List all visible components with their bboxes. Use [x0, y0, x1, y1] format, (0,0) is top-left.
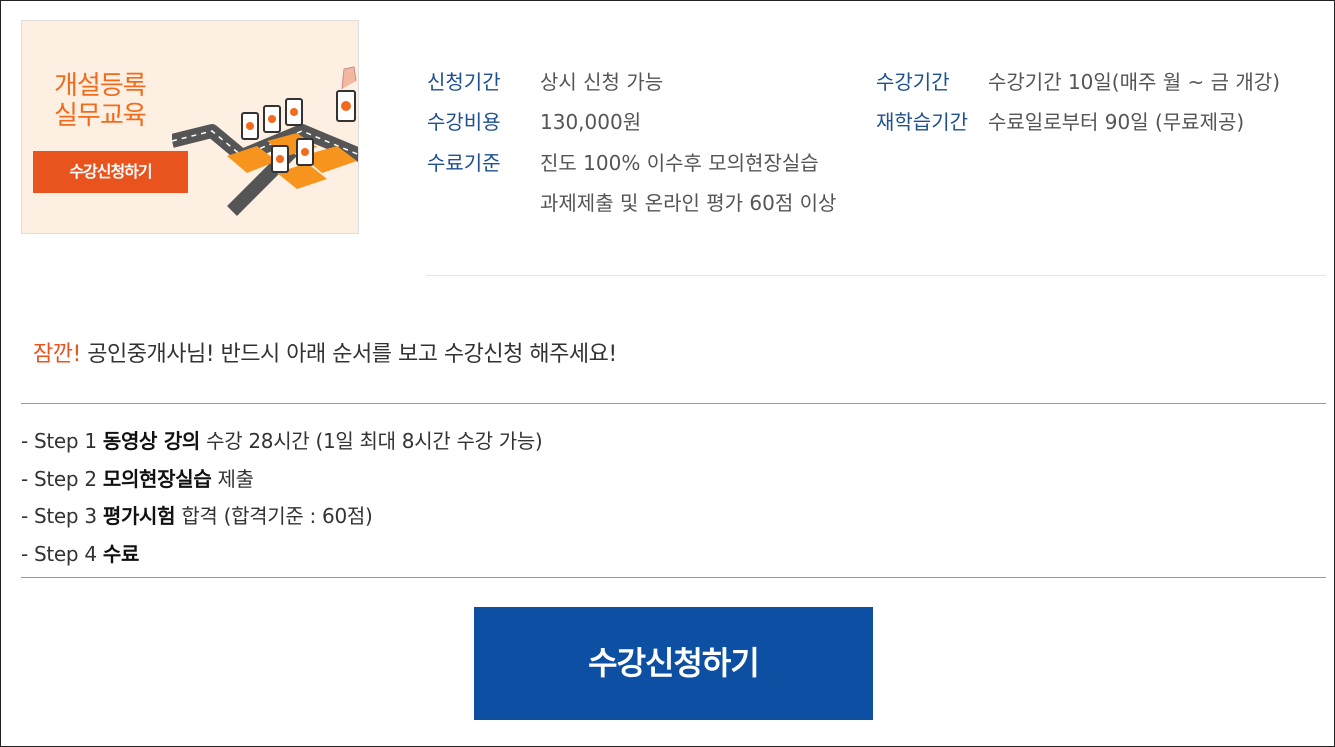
thumbnail-apply-button[interactable]: 수강신청하기: [33, 151, 188, 193]
step-title: 평가시험: [102, 504, 176, 528]
info-value-apply-period: 상시 신청 가능: [540, 70, 664, 94]
city-illustration-icon: [172, 66, 358, 216]
step-item: - Step 3 평가시험 합격 (합격기준 : 60점): [21, 500, 542, 538]
apply-button[interactable]: 수강신청하기: [474, 607, 873, 720]
step-prefix: - Step 4: [21, 541, 103, 566]
info-label-fee: 수강비용: [427, 110, 501, 134]
step-item: - Step 1 동영상 강의 수강 28시간 (1일 최대 8시간 수강 가능…: [21, 425, 543, 463]
course-thumbnail[interactable]: 개설등록 실무교육 수강신청하기: [21, 20, 359, 234]
step-item: - Step 2 모의현장실습 제출: [21, 463, 542, 501]
info-value-relearn-period: 수료일로부터 90일 (무료제공): [988, 110, 1245, 134]
steps-list: - Step 1 동영상 강의 수강 28시간 (1일 최대 8시간 수강 가능…: [21, 425, 543, 576]
step-item: - Step 4 수료: [21, 538, 542, 576]
info-value-completion: 진도 100% 이수후 모의현장실습: [540, 151, 819, 175]
notice-message: 잠깐! 공인중개사님! 반드시 아래 순서를 보고 수강신청 해주세요!: [33, 340, 617, 370]
info-value-fee: 130,000원: [540, 110, 642, 134]
step-detail: 제출: [211, 466, 255, 491]
info-label-completion: 수료기준: [427, 151, 501, 175]
thumbnail-title-line2: 실무교육: [54, 101, 147, 131]
thumbnail-title-line1: 개설등록: [54, 71, 147, 101]
step-prefix: - Step 2: [21, 466, 103, 491]
step-detail: 합격 (합격기준 : 60점): [175, 504, 373, 528]
steps-bottom-divider: [21, 577, 1326, 578]
info-label-study-period: 수강기간: [876, 70, 950, 94]
notice-emphasis: 잠깐!: [33, 342, 81, 367]
step-title: 모의현장실습: [102, 466, 212, 491]
step-prefix: - Step 3: [21, 504, 103, 528]
info-label-apply-period: 신청기간: [427, 70, 501, 94]
notice-text: 공인중개사님! 반드시 아래 순서를 보고 수강신청 해주세요!: [80, 342, 617, 367]
step-detail: 수강 28시간 (1일 최대 8시간 수강 가능): [200, 429, 543, 453]
steps-top-divider: [21, 403, 1326, 404]
info-value-study-period: 수강기간 10일(매주 월 ~ 금 개강): [988, 70, 1280, 94]
info-divider: [426, 275, 1326, 276]
step-prefix: - Step 1: [21, 429, 103, 453]
info-value-completion-line2: 과제제출 및 온라인 평가 60점 이상: [540, 191, 837, 215]
info-label-relearn-period: 재학습기간: [876, 110, 968, 134]
step-title: 수료: [102, 541, 140, 566]
step-title: 동영상 강의: [102, 429, 201, 453]
